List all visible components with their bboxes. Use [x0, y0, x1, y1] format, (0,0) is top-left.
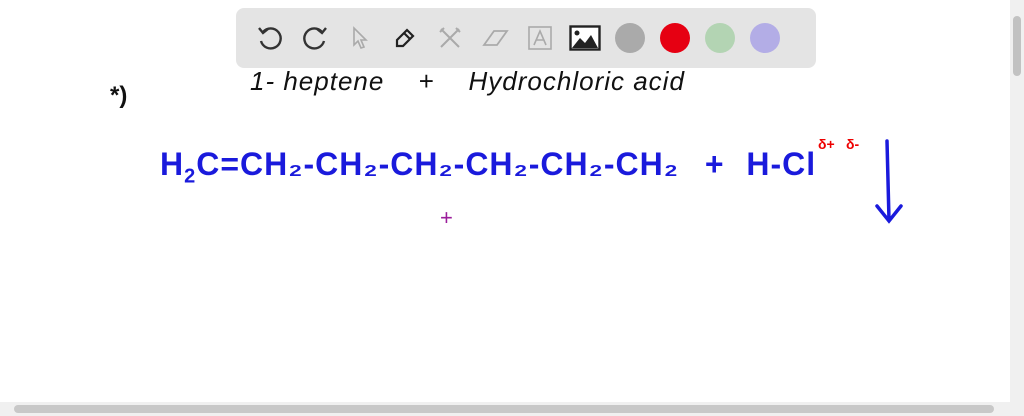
- color-swatch-gray: [615, 23, 645, 53]
- text-button[interactable]: [518, 16, 562, 60]
- select-icon: [353, 26, 368, 49]
- eraser-icon: [482, 30, 509, 46]
- formula-plus: +: [704, 146, 725, 182]
- formula-sub: 2: [184, 165, 197, 188]
- reactant-2-name: Hydrochloric acid: [468, 66, 685, 96]
- color-gray-button[interactable]: [608, 16, 652, 60]
- eraser-button[interactable]: [473, 16, 517, 60]
- horizontal-scroll-thumb[interactable]: [14, 405, 994, 413]
- text-icon: [528, 26, 552, 50]
- horizontal-scrollbar[interactable]: [0, 402, 1024, 416]
- redo-button[interactable]: [293, 16, 337, 60]
- color-red-button[interactable]: [653, 16, 697, 60]
- formula-c: C: [196, 146, 221, 182]
- crosshair-cursor: +: [440, 205, 453, 230]
- pen-button[interactable]: [383, 16, 427, 60]
- formula-chain: =CH₂-CH₂-CH₂-CH₂-CH₂-CH₂: [220, 146, 679, 182]
- color-swatch-red: [660, 23, 690, 53]
- color-purple-button[interactable]: [743, 16, 787, 60]
- image-button[interactable]: [563, 16, 607, 60]
- formula-h: H: [160, 146, 185, 182]
- image-icon: [569, 25, 601, 51]
- undo-button[interactable]: [248, 16, 292, 60]
- tools-button[interactable]: [428, 16, 472, 60]
- pen-icon: [395, 28, 415, 48]
- reaction-title: 1- heptene + Hydrochloric acid: [250, 66, 719, 97]
- color-green-button[interactable]: [698, 16, 742, 60]
- redo-icon: [303, 27, 327, 50]
- vertical-scroll-thumb[interactable]: [1013, 16, 1021, 76]
- delta-minus-label: δ-: [846, 136, 860, 152]
- delta-plus-label: δ+: [818, 136, 835, 152]
- reaction-formula: H2C=CH₂-CH₂-CH₂-CH₂-CH₂-CH₂ + H-Cl: [160, 146, 816, 188]
- select-button[interactable]: [338, 16, 382, 60]
- item-marker: *): [110, 82, 128, 109]
- color-swatch-purple: [750, 23, 780, 53]
- undo-icon: [258, 27, 282, 50]
- vertical-scrollbar[interactable]: [1010, 0, 1024, 402]
- reaction-arrow-icon: [875, 139, 903, 224]
- color-swatch-green: [705, 23, 735, 53]
- tools-icon: [439, 27, 461, 48]
- reactant-1-name: 1- heptene: [250, 66, 385, 96]
- title-plus: +: [418, 66, 435, 96]
- toolbar: [236, 8, 816, 68]
- formula-hcl: H-Cl: [746, 146, 817, 182]
